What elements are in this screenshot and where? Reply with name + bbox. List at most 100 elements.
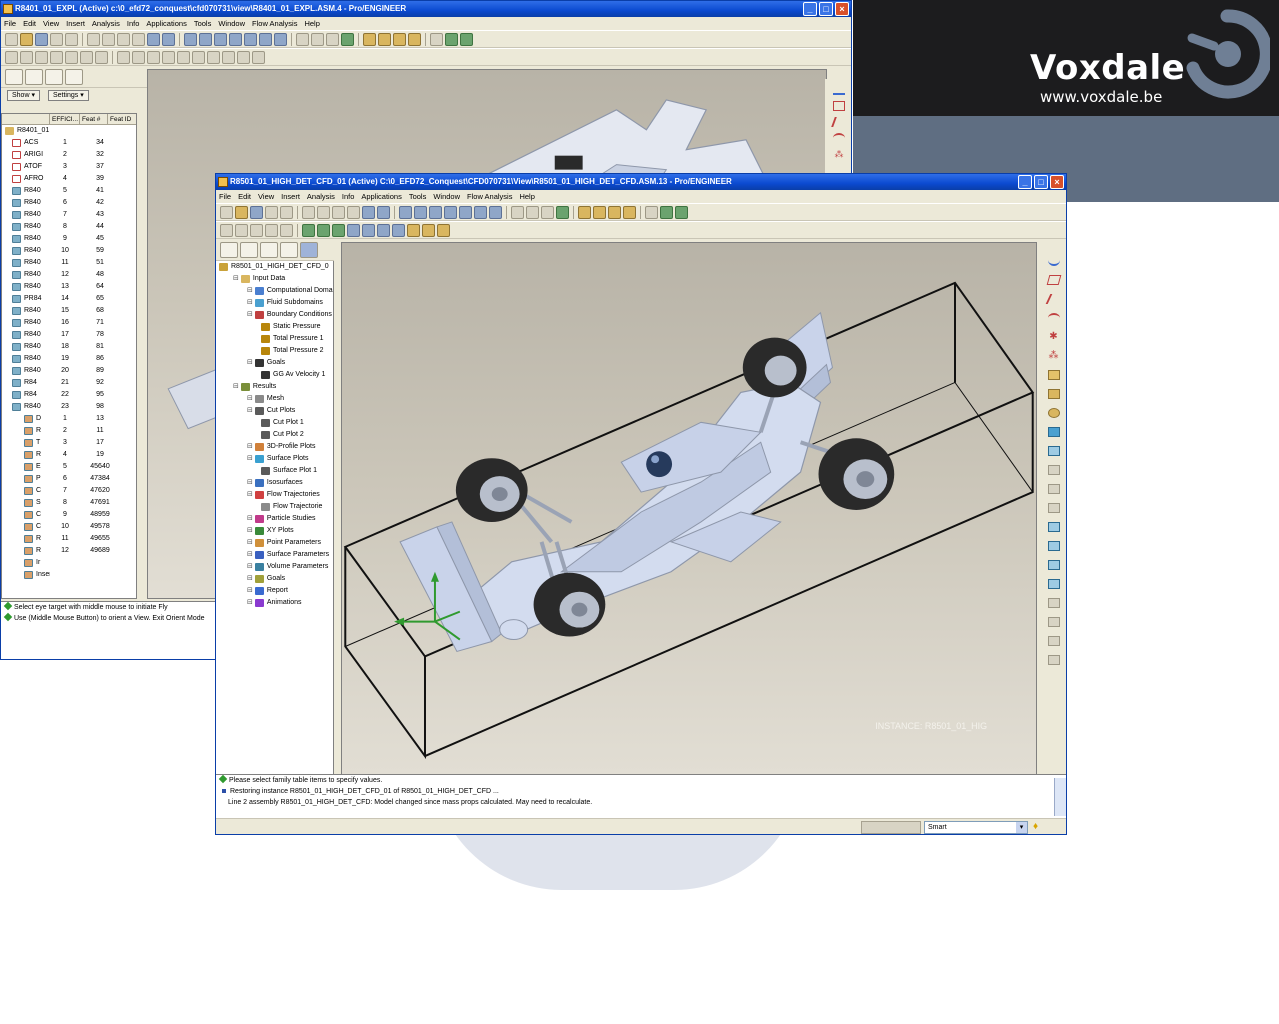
email-icon[interactable] [65,32,78,46]
redo-icon[interactable] [102,32,115,46]
new-file-icon[interactable] [220,205,233,219]
axis-icon[interactable] [831,117,847,127]
edit-icon[interactable] [20,50,33,64]
sweep-icon[interactable] [1047,446,1060,456]
menu-item-tools[interactable]: Tools [194,17,212,30]
tree-item[interactable]: ⊟ Mesh [216,393,333,405]
redo-icon[interactable] [317,205,330,219]
extrude-icon[interactable] [1047,389,1060,399]
save-icon[interactable] [35,32,48,46]
copy-feature-icon[interactable] [1047,522,1060,532]
copy-icon[interactable] [35,50,48,64]
hidden-line-icon[interactable] [526,205,539,219]
table-row[interactable]: S 8 47691 [2,497,136,509]
blend-icon[interactable] [162,50,175,64]
menu-item-tools[interactable]: Tools [409,190,427,203]
menu-item-edit[interactable]: Edit [238,190,251,203]
efd-results-icon[interactable] [407,223,420,237]
coord-sys-icon[interactable] [623,205,636,219]
menu-item-applications[interactable]: Applications [361,190,401,203]
menu-item-help[interactable]: Help [519,190,534,203]
tree-item[interactable]: ⊟ Flow Trajectories [216,489,333,501]
datum-axes-icon[interactable] [593,205,606,219]
menu-item-info[interactable]: Info [127,17,140,30]
table-row[interactable]: R840 16 71 [2,317,136,329]
tree-item[interactable]: ⊟ Goals [216,573,333,585]
axis-icon[interactable] [1045,294,1062,304]
collapse-toggle-icon[interactable]: ⊟ [233,273,239,285]
email-icon[interactable] [280,205,293,219]
collapse-toggle-icon[interactable]: ⊟ [247,513,253,525]
menu-item-view[interactable]: View [258,190,274,203]
table-row[interactable]: R840 17 78 [2,329,136,341]
table-row[interactable]: C 9 48959 [2,509,136,521]
copy-icon[interactable] [250,223,263,237]
table-row[interactable]: D 1 13 [2,413,136,425]
mirror-icon[interactable] [280,223,293,237]
menu-item-file[interactable]: File [4,17,16,30]
curve-icon[interactable] [833,133,845,143]
chevron-down-icon[interactable]: ▾ [1016,822,1027,833]
table-row[interactable]: R 4 19 [2,449,136,461]
table-row[interactable]: R840 15 68 [2,305,136,317]
shading-icon[interactable] [341,32,354,46]
flow-analysis-icon[interactable] [660,205,673,219]
col-header-feat-id[interactable]: Feat ID [108,114,136,124]
trim-icon[interactable] [1047,560,1060,570]
tree-item[interactable]: R8501_01_HIGH_DET_CFD_0 [216,261,333,273]
menu-item-applications[interactable]: Applications [146,17,186,30]
table-row[interactable]: R 11 49655 [2,533,136,545]
thicken-icon[interactable] [1047,617,1060,627]
hole-icon[interactable] [1047,465,1060,475]
paste-icon[interactable] [50,50,63,64]
hole-icon[interactable] [177,50,190,64]
sketch-icon[interactable] [95,50,108,64]
project-icon[interactable] [1047,655,1060,665]
repaint-icon[interactable] [399,205,412,219]
new-file-icon[interactable] [220,223,233,237]
tree-item[interactable]: ⊟ Input Data [216,273,333,285]
collapse-toggle-icon[interactable]: ⊟ [247,309,253,321]
merge-icon[interactable] [1047,541,1060,551]
menu-item-view[interactable]: View [43,17,59,30]
collapse-toggle-icon[interactable]: ⊟ [247,441,253,453]
tree-item[interactable]: ⊟ Boundary Conditions [216,309,333,321]
new-file-icon[interactable] [5,50,18,64]
flow-run-icon[interactable] [675,205,688,219]
efd-bc-icon[interactable] [362,223,375,237]
undo-icon[interactable] [302,205,315,219]
plane-icon[interactable] [833,101,845,111]
analysis-icon[interactable] [1047,370,1060,380]
hidden-line-icon[interactable] [311,32,324,46]
paste-icon[interactable] [347,205,360,219]
undo-icon[interactable] [87,32,100,46]
collapse-toggle-icon[interactable]: ⊟ [247,525,253,537]
tree-item[interactable]: ⊟ Computational Doma [216,285,333,297]
table-row[interactable]: R 12 49689 [2,545,136,557]
menu-item-insert[interactable]: Insert [281,190,300,203]
wireframe-icon[interactable] [511,205,524,219]
tree-item[interactable]: Total Pressure 2 [216,345,333,357]
model-tree-tab-icon[interactable] [220,241,238,258]
tree-item[interactable]: ⊟ Fluid Subdomains [216,297,333,309]
tree-item[interactable]: Cut Plot 2 [216,429,333,441]
table-row[interactable]: Ir [2,557,136,569]
efd-goals-icon[interactable] [377,223,390,237]
context-help-icon[interactable] [645,205,658,219]
table-row[interactable]: R840 20 89 [2,365,136,377]
print-icon[interactable] [50,32,63,46]
wireframe-icon[interactable] [296,32,309,46]
new-file-icon[interactable] [5,32,18,46]
history-tab-icon[interactable] [280,241,298,258]
tree-item[interactable]: Cut Plot 1 [216,417,333,429]
menu-item-file[interactable]: File [219,190,231,203]
table-row[interactable]: P 6 47384 [2,473,136,485]
col-header-eff[interactable]: EFFICI... [50,114,80,124]
solidify-icon[interactable] [1047,636,1060,646]
model-tree-tab-icon[interactable] [5,68,23,85]
menu-item-edit[interactable]: Edit [23,17,36,30]
front-3d-viewport[interactable]: INSTANCE: R8501_01_HIG [341,242,1037,777]
open-folder-icon[interactable] [20,32,33,46]
find-icon[interactable] [377,205,390,219]
shell-icon[interactable] [222,50,235,64]
